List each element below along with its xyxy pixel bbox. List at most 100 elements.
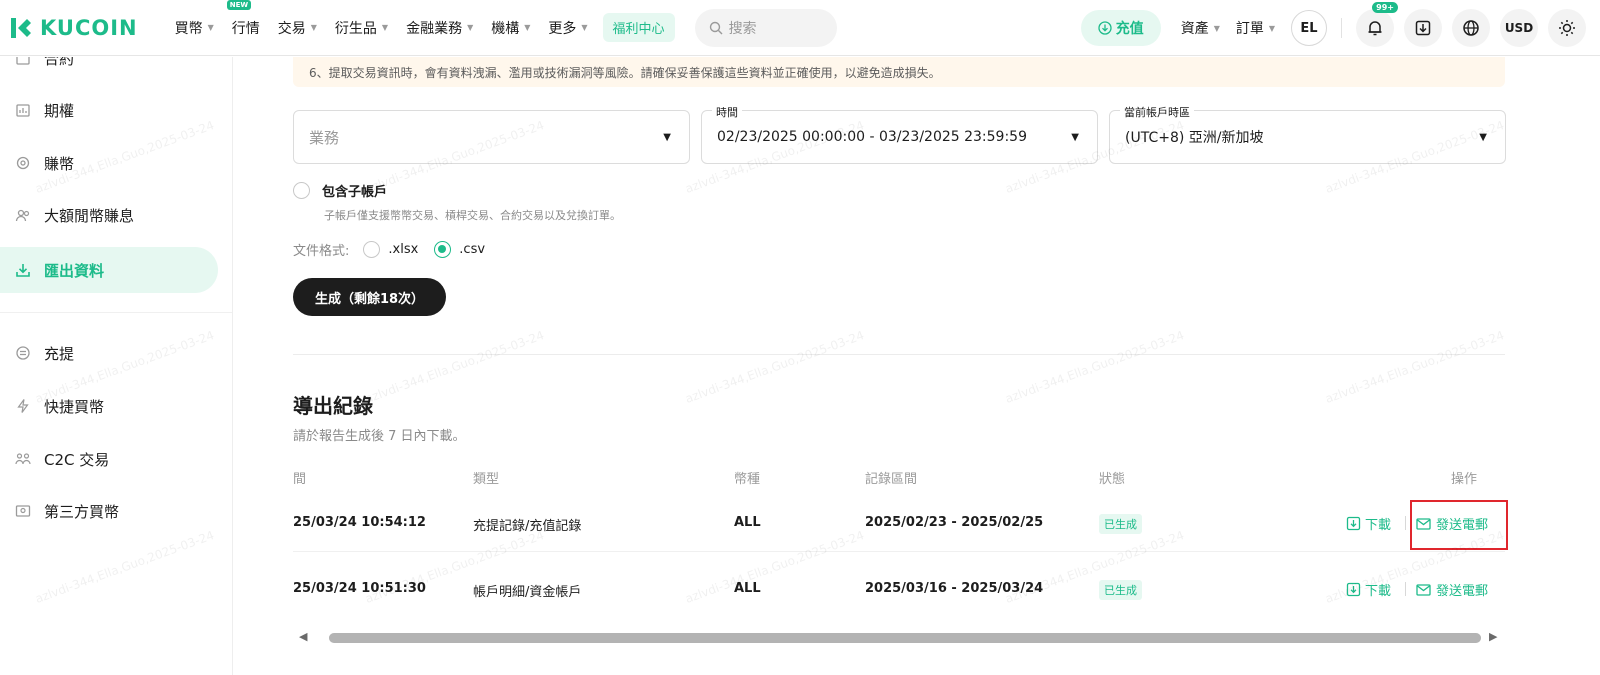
sidebar-item-large-earn[interactable]: 大額閒幣賺息 [0, 192, 218, 238]
time-range-picker[interactable]: 時間 02/23/2025 00:00:00 - 03/23/2025 23:5… [701, 104, 1098, 164]
sidebar-item-label: 匯出資料 [44, 261, 105, 280]
business-select[interactable]: 業務 ▼ [293, 110, 690, 164]
highlight-box [1410, 500, 1508, 550]
nav-more[interactable]: 更多 ▼ [539, 0, 596, 56]
avatar[interactable]: EL [1291, 10, 1327, 46]
xlsx-radio[interactable] [363, 241, 381, 258]
sidebar-item-label: 賺幣 [44, 154, 75, 173]
nav-label: 行情 [231, 20, 260, 37]
deposit-icon [1098, 21, 1112, 35]
sidebar-item-label: C2C 交易 [44, 450, 110, 469]
notification-count-badge: 99+ [1372, 2, 1398, 13]
users-icon [14, 206, 32, 224]
kucoin-logo[interactable]: KUCOIN [8, 15, 138, 41]
welfare-center-link[interactable]: 福利中心 [602, 13, 675, 42]
deposit-button[interactable]: 充值 [1080, 10, 1161, 46]
language-button[interactable] [1452, 9, 1490, 47]
sidebar-item-deposit-withdraw[interactable]: 充提 [0, 330, 218, 376]
mail-icon [1416, 583, 1431, 596]
csv-radio[interactable] [434, 241, 452, 258]
include-subaccount-label: 包含子帳戶 [322, 185, 388, 200]
time-range-value: 02/23/2025 00:00:00 - 03/23/2025 23:59:5… [717, 129, 1027, 145]
nav-label: 更多 [548, 20, 577, 37]
nav-label: 金融業務 [406, 20, 463, 37]
risk-notice: 6、提取交易資訊時，會有資料洩漏、濫用或技術漏洞等風險。請確保妥善保護這些資料並… [293, 57, 1505, 87]
nav-right-group: 充值 資產 ▼ 訂單 ▼ EL 99+ USD [1080, 0, 1600, 56]
sidebar-item-contract[interactable]: 合約 [0, 57, 218, 81]
generate-button[interactable]: 生成（剩餘18次） [293, 278, 446, 316]
business-placeholder: 業務 [309, 128, 340, 147]
theme-toggle-button[interactable] [1548, 9, 1586, 47]
caret-down-icon: ▼ [1071, 132, 1079, 143]
search-input[interactable]: 搜索 [694, 8, 837, 47]
main-content: 6、提取交易資訊時，會有資料洩漏、濫用或技術漏洞等風險。請確保妥善保護這些資料並… [234, 57, 1600, 675]
notifications-button[interactable]: 99+ [1356, 2, 1398, 47]
download-label: 下載 [1365, 518, 1392, 533]
sidebar-item-options[interactable]: 期權 [0, 87, 218, 133]
send-email-label: 發送電郵 [1436, 584, 1489, 599]
csv-label: .csv [459, 242, 486, 257]
include-subaccount-option[interactable]: 包含子帳戶 [293, 181, 387, 200]
horizontal-scrollbar[interactable]: ◀ ▶ [293, 627, 1505, 649]
column-header-actions: 操作 [1451, 472, 1478, 487]
download-link[interactable]: 下載 [1346, 580, 1391, 599]
sidebar-item-c2c[interactable]: C2C 交易 [0, 436, 218, 482]
column-header-currency: 幣種 [734, 472, 761, 487]
send-email-link[interactable]: 發送電郵 [1416, 580, 1488, 599]
sidebar-item-earn[interactable]: 賺幣 [0, 140, 218, 186]
caret-down-icon: ▼ [1479, 132, 1487, 143]
nav-finance[interactable]: 金融業務 ▼ [397, 0, 482, 56]
sidebar-item-export-data[interactable]: 匯出資料 [0, 247, 218, 293]
scroll-left-arrow-icon[interactable]: ◀ [299, 630, 307, 643]
chevron-down-icon: ▼ [381, 23, 389, 32]
chevron-down-icon: ▼ [467, 23, 474, 32]
sidebar-item-third-party[interactable]: 第三方買幣 [0, 488, 218, 534]
card-icon [14, 502, 32, 520]
assets-menu[interactable]: 資產 ▼ [1173, 18, 1228, 38]
sidebar: 合約 期權 賺幣 大額閒幣賺息 匯出資料 充提 快捷買幣 C2C 交易 第三方買… [0, 57, 233, 675]
file-format-label: 文件格式: [293, 244, 350, 259]
cell-time: 25/03/24 10:51:30 [293, 581, 426, 596]
timezone-value: (UTC+8) 亞洲/新加坡 [1125, 130, 1264, 146]
sidebar-item-label: 合約 [44, 57, 75, 68]
timezone-select[interactable]: 當前帳戶時區 (UTC+8) 亞洲/新加坡 ▼ [1109, 104, 1506, 164]
format-option-xlsx[interactable]: .xlsx [363, 241, 418, 258]
nav-institutional[interactable]: 機構 ▼ [482, 0, 539, 56]
deposit-label: 充值 [1115, 21, 1144, 37]
nav-label: 買幣 [174, 20, 203, 37]
nav-label: 交易 [277, 20, 306, 37]
download-icon [1346, 582, 1361, 597]
kucoin-logo-icon [8, 15, 34, 41]
download-icon [1415, 20, 1431, 36]
globe-icon [1463, 20, 1479, 36]
cell-range: 2025/02/23 - 2025/02/25 [865, 515, 1044, 530]
currency-button[interactable]: USD [1500, 9, 1538, 47]
orders-label: 訂單 [1235, 21, 1264, 37]
export-records-title: 導出紀錄 [293, 394, 373, 418]
orders-menu[interactable]: 訂單 ▼ [1228, 18, 1283, 38]
nav-buy-crypto[interactable]: 買幣 ▼ [166, 0, 223, 56]
earn-icon [14, 154, 32, 172]
search-icon [709, 21, 723, 34]
sidebar-item-quick-buy[interactable]: 快捷買幣 [0, 383, 218, 429]
cell-currency: ALL [734, 581, 761, 596]
section-divider [293, 354, 1505, 355]
sidebar-item-label: 充提 [44, 344, 75, 363]
nav-derivatives[interactable]: 衍生品 ▼ [326, 0, 397, 56]
nav-trade[interactable]: 交易 ▼ [269, 0, 326, 56]
format-option-csv[interactable]: .csv [434, 241, 485, 258]
app-download-button[interactable] [1404, 9, 1442, 47]
scrollbar-thumb[interactable] [329, 633, 1481, 643]
time-label: 時間 [712, 104, 742, 120]
include-subaccount-radio[interactable] [293, 182, 310, 199]
nav-markets[interactable]: NEW 行情 [223, 0, 269, 56]
cell-range: 2025/03/16 - 2025/03/24 [865, 581, 1044, 596]
download-link[interactable]: 下載 [1346, 514, 1391, 533]
status-badge: 已生成 [1099, 580, 1142, 600]
sidebar-item-label: 大額閒幣賺息 [44, 206, 135, 225]
sun-icon [1559, 20, 1575, 36]
scroll-right-arrow-icon[interactable]: ▶ [1489, 630, 1497, 643]
transfer-icon [14, 344, 32, 362]
search-placeholder: 搜索 [728, 20, 757, 37]
divider [1341, 18, 1342, 38]
